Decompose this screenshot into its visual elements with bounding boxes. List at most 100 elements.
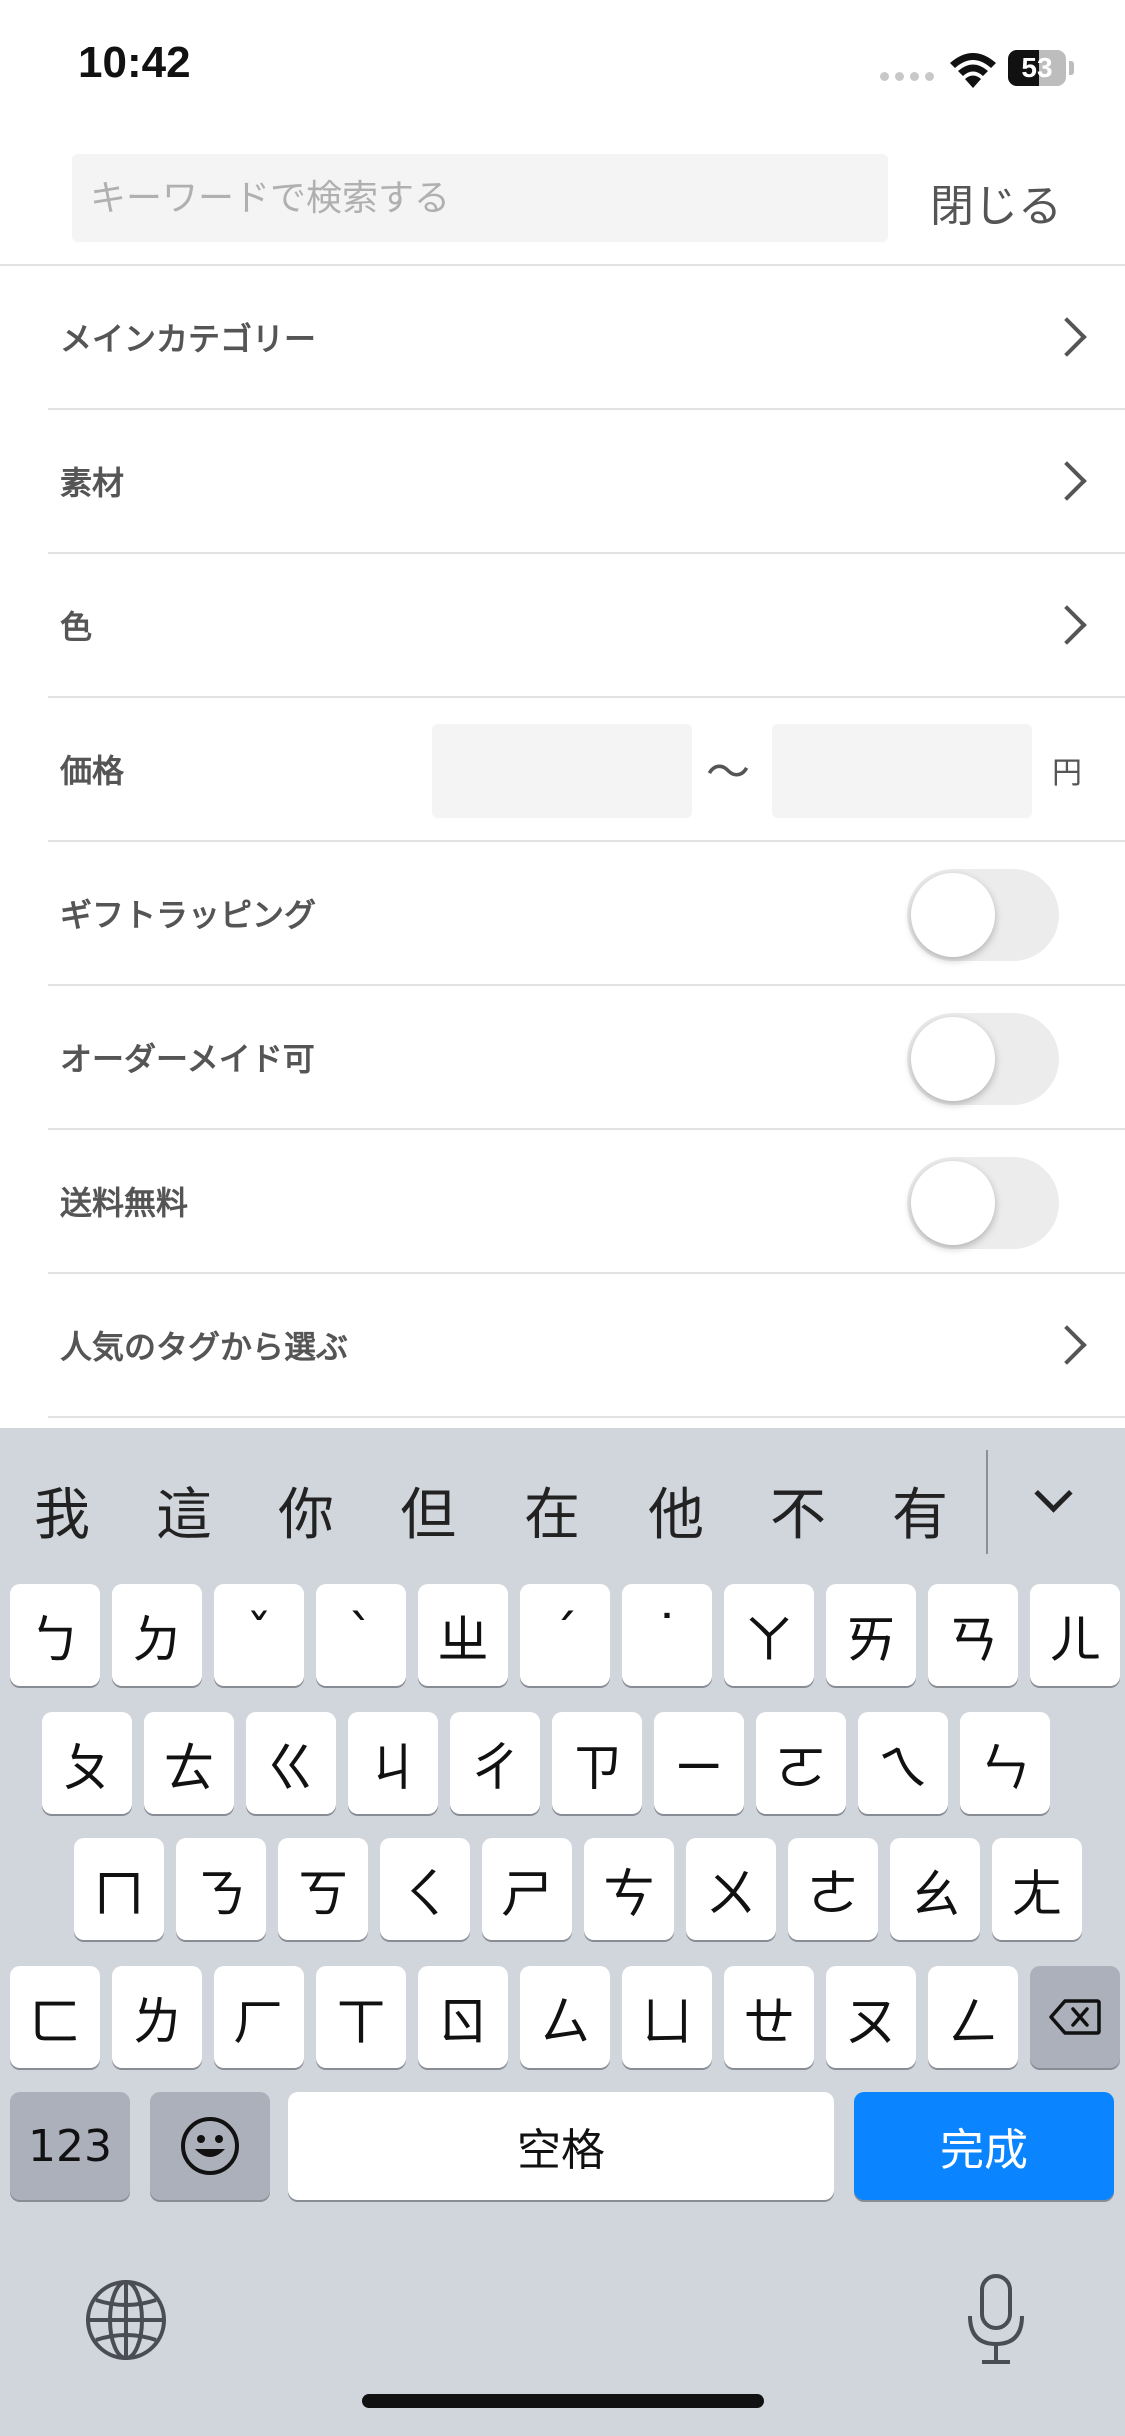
- material-label: 素材: [60, 464, 125, 502]
- made-to-order-label: オーダーメイド可: [60, 1040, 315, 1078]
- key[interactable]: ㄚ: [724, 1584, 814, 1686]
- search-input[interactable]: [72, 154, 888, 242]
- key[interactable]: ㄗ: [552, 1712, 642, 1814]
- key[interactable]: ㄏ: [214, 1966, 304, 2068]
- done-key[interactable]: 完成: [854, 2092, 1114, 2200]
- popular-tags-label: 人気のタグから選ぶ: [60, 1328, 349, 1366]
- key[interactable]: ˇ: [214, 1584, 304, 1686]
- key[interactable]: ㄤ: [992, 1838, 1082, 1940]
- key[interactable]: ㄙ: [520, 1966, 610, 2068]
- battery-level: 53: [1021, 52, 1053, 83]
- emoji-key[interactable]: [150, 2092, 270, 2200]
- toggle-knob: [911, 1017, 995, 1101]
- candidate-word[interactable]: 他: [648, 1470, 704, 1551]
- key[interactable]: ㄍ: [246, 1712, 336, 1814]
- key[interactable]: ㄘ: [584, 1838, 674, 1940]
- color-label: 色: [60, 608, 93, 646]
- toggle-knob: [911, 1161, 995, 1245]
- price-min-input[interactable]: [432, 724, 692, 818]
- mic-icon[interactable]: [964, 2272, 1028, 2368]
- globe-icon[interactable]: [84, 2278, 168, 2362]
- candidate-word[interactable]: 不: [770, 1470, 826, 1551]
- popular-tags-row[interactable]: 人気のタグから選ぶ: [48, 1274, 1125, 1418]
- key[interactable]: ㄉ: [112, 1584, 202, 1686]
- wifi-icon: [948, 50, 998, 90]
- key[interactable]: ㄛ: [756, 1712, 846, 1814]
- emoji-icon: [181, 2117, 239, 2175]
- key[interactable]: ㄈ: [10, 1966, 100, 2068]
- chevron-down-icon[interactable]: [1034, 1474, 1073, 1513]
- cellular-signal-icon: [880, 72, 936, 84]
- key[interactable]: ˙: [622, 1584, 712, 1686]
- key[interactable]: ㄔ: [450, 1712, 540, 1814]
- free-shipping-label: 送料無料: [60, 1184, 189, 1222]
- key[interactable]: ㄑ: [380, 1838, 470, 1940]
- close-button[interactable]: 閉じる: [930, 170, 1062, 234]
- made-to-order-toggle[interactable]: [907, 1013, 1059, 1105]
- price-unit: 円: [1052, 756, 1082, 791]
- keyboard: 我 這 你 但 在 他 不 有 ㄅ ㄉ ˇ ˋ ㄓ ˊ ˙ ㄚ ㄞ ㄢ ㄦ ㄆ …: [0, 1428, 1125, 2436]
- candidate-word[interactable]: 有: [892, 1470, 948, 1551]
- key[interactable]: ㄒ: [316, 1966, 406, 2068]
- key[interactable]: ㄆ: [42, 1712, 132, 1814]
- gift-wrapping-toggle[interactable]: [907, 869, 1059, 961]
- key[interactable]: ㄞ: [826, 1584, 916, 1686]
- gift-wrapping-row: ギフトラッピング: [48, 842, 1125, 986]
- price-row: 価格 〜 円: [48, 698, 1125, 842]
- key[interactable]: ㄖ: [418, 1966, 508, 2068]
- candidate-word[interactable]: 在: [524, 1470, 580, 1551]
- home-indicator: [362, 2394, 764, 2408]
- battery-icon: 53: [1008, 50, 1074, 86]
- main-category-label: メインカテゴリー: [60, 320, 317, 358]
- key[interactable]: ㄋ: [176, 1838, 266, 1940]
- key[interactable]: ㄧ: [654, 1712, 744, 1814]
- chevron-right-icon: [1047, 317, 1087, 357]
- key[interactable]: ㄡ: [826, 1966, 916, 2068]
- key[interactable]: ㄅ: [10, 1584, 100, 1686]
- candidate-word[interactable]: 我: [34, 1470, 90, 1551]
- price-max-input[interactable]: [772, 724, 1032, 818]
- price-range-separator: 〜: [706, 747, 750, 798]
- key[interactable]: ㄝ: [724, 1966, 814, 2068]
- candidate-word[interactable]: 這: [156, 1470, 212, 1551]
- chevron-right-icon: [1047, 1325, 1087, 1365]
- key[interactable]: ㄦ: [1030, 1584, 1120, 1686]
- key[interactable]: ㄊ: [144, 1712, 234, 1814]
- chevron-right-icon: [1047, 461, 1087, 501]
- backspace-key[interactable]: [1030, 1966, 1120, 2068]
- backspace-icon: [1049, 1999, 1101, 2035]
- made-to-order-row: オーダーメイド可: [48, 986, 1125, 1130]
- key[interactable]: ㄌ: [112, 1966, 202, 2068]
- key[interactable]: ㄐ: [348, 1712, 438, 1814]
- chevron-right-icon: [1047, 605, 1087, 645]
- key[interactable]: ㄎ: [278, 1838, 368, 1940]
- candidate-divider: [986, 1450, 988, 1554]
- candidate-word[interactable]: 你: [278, 1470, 334, 1551]
- free-shipping-row: 送料無料: [48, 1130, 1125, 1274]
- candidate-bar: 我 這 你 但 在 他 不 有: [0, 1428, 1125, 1588]
- key[interactable]: ㄇ: [74, 1838, 164, 1940]
- key[interactable]: ㄢ: [928, 1584, 1018, 1686]
- key[interactable]: ㄟ: [858, 1712, 948, 1814]
- key[interactable]: ㄨ: [686, 1838, 776, 1940]
- key[interactable]: ㄥ: [928, 1966, 1018, 2068]
- gift-wrapping-label: ギフトラッピング: [60, 896, 317, 934]
- key[interactable]: ㄣ: [960, 1712, 1050, 1814]
- numbers-key[interactable]: 123: [10, 2092, 130, 2200]
- candidate-word[interactable]: 但: [400, 1470, 456, 1551]
- key[interactable]: ㄠ: [890, 1838, 980, 1940]
- main-category-row[interactable]: メインカテゴリー: [48, 266, 1125, 410]
- key[interactable]: ㄕ: [482, 1838, 572, 1940]
- price-label: 価格: [60, 752, 125, 790]
- key[interactable]: ˋ: [316, 1584, 406, 1686]
- color-row[interactable]: 色: [48, 554, 1125, 698]
- status-time: 10:42: [78, 38, 191, 87]
- space-key[interactable]: 空格: [288, 2092, 834, 2200]
- key[interactable]: ㄓ: [418, 1584, 508, 1686]
- key[interactable]: ㄩ: [622, 1966, 712, 2068]
- free-shipping-toggle[interactable]: [907, 1157, 1059, 1249]
- key[interactable]: ㄜ: [788, 1838, 878, 1940]
- material-row[interactable]: 素材: [48, 410, 1125, 554]
- key[interactable]: ˊ: [520, 1584, 610, 1686]
- toggle-knob: [911, 873, 995, 957]
